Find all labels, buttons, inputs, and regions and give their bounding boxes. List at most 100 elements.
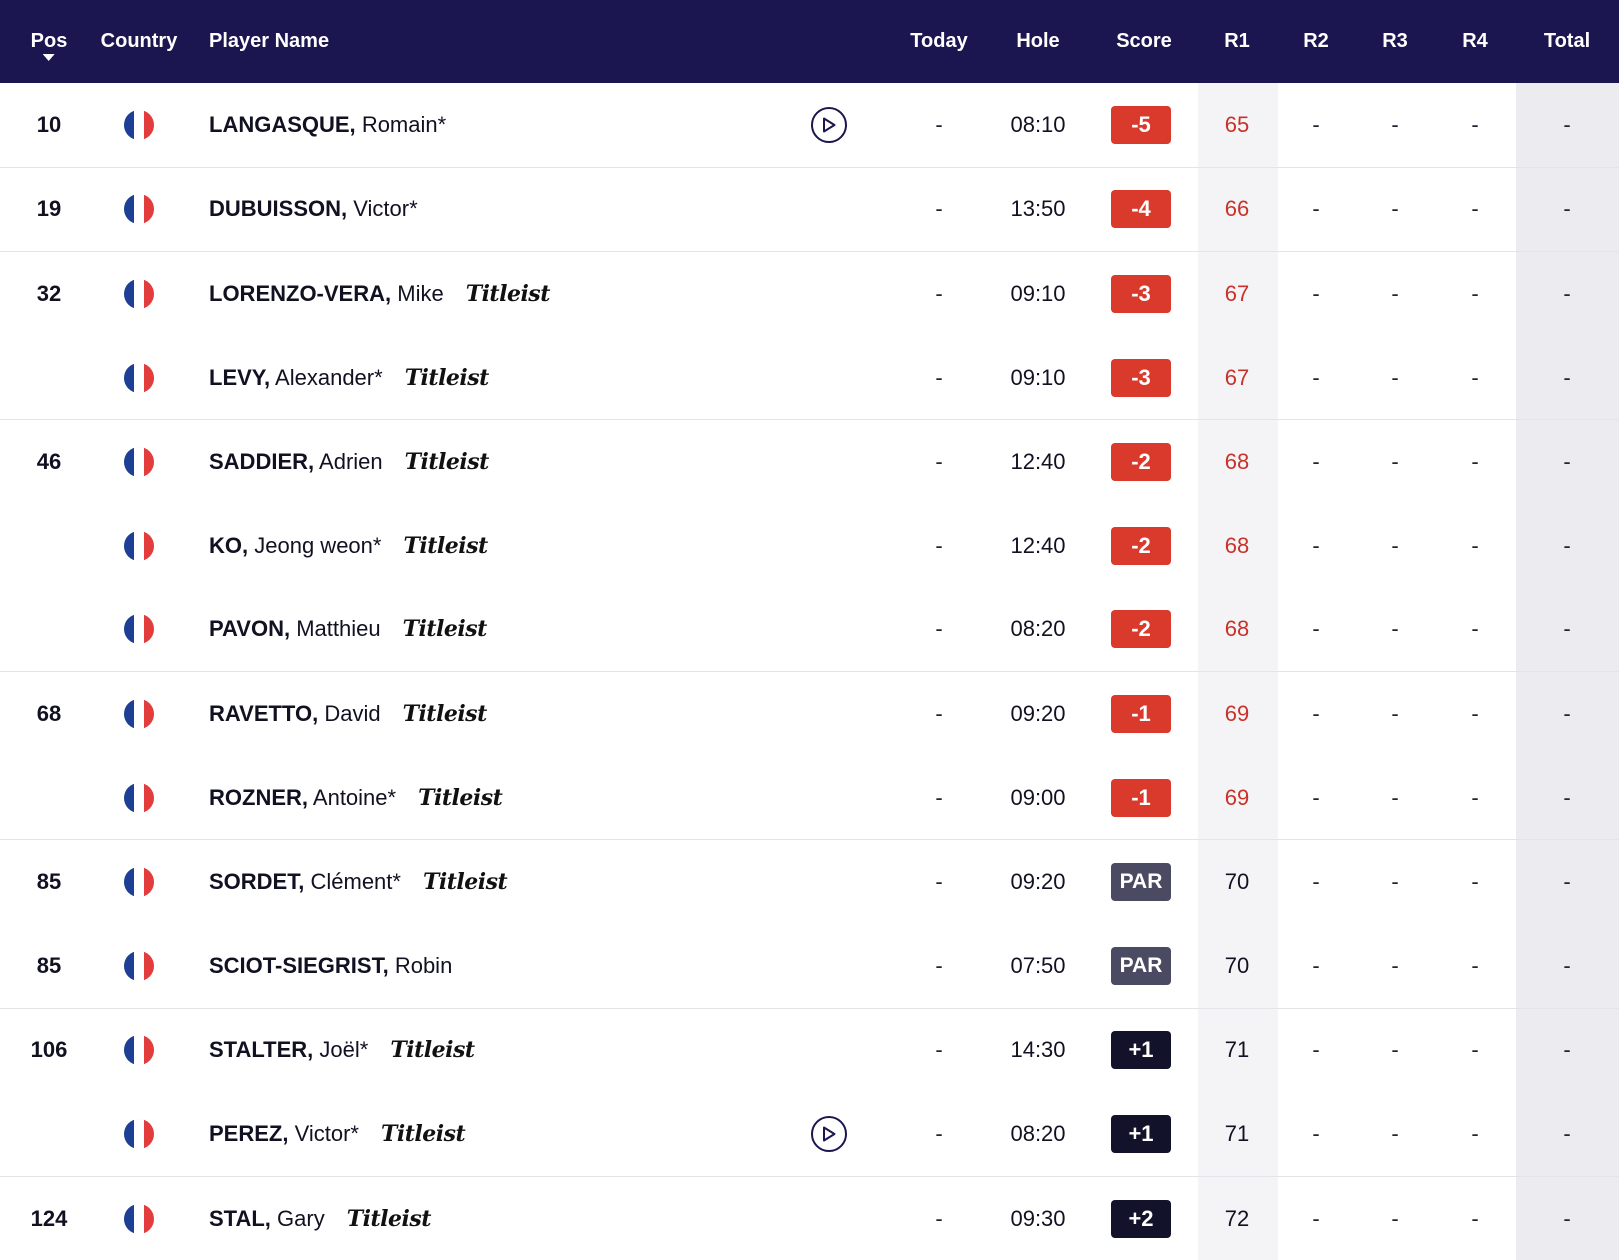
table-row[interactable]: 106 STALTER, Joël* Titleist - 14:30 +1 71 - -… — [0, 1007, 1619, 1093]
player-name[interactable]: SADDIER, Adrien Titleist — [209, 449, 489, 475]
position: 106 — [30, 1037, 68, 1063]
player-last-name: ROZNER, — [209, 784, 308, 810]
country-cell — [124, 278, 154, 309]
table-row[interactable]: LEVY, Alexander* Titleist - 09:10 -3 67 - - - - — [0, 336, 1619, 420]
round1-score: 70 — [1224, 869, 1250, 895]
header-country[interactable]: Country — [101, 0, 178, 83]
round2-score: - — [1312, 700, 1320, 726]
player-name[interactable]: DUBUISSON, Victor* — [209, 196, 418, 222]
header-r3[interactable]: R3 — [1382, 0, 1408, 83]
header-pos[interactable]: Pos — [30, 0, 68, 83]
header-pos-label: Pos — [30, 30, 68, 52]
round3-score: - — [1391, 449, 1399, 475]
player-name[interactable]: LORENZO-VERA, Mike Titleist — [209, 281, 550, 307]
total-score: - — [1563, 952, 1571, 978]
round1-score: 67 — [1224, 280, 1250, 306]
leaderboard: Pos Country Player Name Today Hole Score… — [0, 0, 1619, 1260]
table-row[interactable]: 46 SADDIER, Adrien Titleist - 12:40 -2 68 - -… — [0, 419, 1619, 504]
player-first-name: Robin — [394, 952, 453, 978]
header-r4[interactable]: R4 — [1462, 0, 1488, 83]
player-first-name: David — [324, 700, 381, 726]
player-name[interactable]: SORDET, Clément* Titleist — [209, 869, 508, 895]
header-today[interactable]: Today — [910, 0, 967, 83]
score-cell: -2 — [1111, 610, 1171, 649]
score-badge: -2 — [1111, 443, 1171, 482]
score-cell: -2 — [1111, 443, 1171, 482]
player-last-name: STALTER, — [209, 1037, 314, 1063]
round1-score: 66 — [1224, 196, 1250, 222]
total-score: - — [1563, 1120, 1571, 1146]
score-cell: -1 — [1111, 778, 1171, 817]
header-r1[interactable]: R1 — [1224, 0, 1250, 83]
player-name[interactable]: PEREZ, Victor* Titleist — [209, 1120, 466, 1147]
player-name[interactable]: KO, Jeong weon* Titleist — [209, 533, 488, 559]
round4-score: - — [1471, 449, 1479, 475]
header-r2[interactable]: R2 — [1303, 0, 1329, 83]
round1-score: 68 — [1224, 616, 1250, 642]
france-flag-icon — [124, 447, 154, 478]
play-video-button[interactable] — [811, 106, 847, 143]
score-badge: -2 — [1111, 526, 1171, 565]
player-name[interactable]: PAVON, Matthieu Titleist — [209, 616, 487, 642]
round4-score: - — [1471, 616, 1479, 642]
round3-score: - — [1391, 1120, 1399, 1146]
table-row[interactable]: 10 LANGASQUE, Romain* - 08:10 -5 65 - - … — [0, 83, 1619, 167]
player-name[interactable]: STALTER, Joël* Titleist — [209, 1037, 475, 1063]
total-score: - — [1563, 784, 1571, 810]
header-player-name[interactable]: Player Name — [209, 0, 329, 83]
header-score[interactable]: Score — [1116, 0, 1172, 83]
player-name[interactable]: LANGASQUE, Romain* — [209, 112, 446, 138]
play-video-button[interactable] — [811, 1115, 847, 1152]
player-name[interactable]: RAVETTO, David Titleist — [209, 701, 487, 727]
table-row[interactable]: 124 STAL, Gary Titleist - 09:30 +2 72 - - - - — [0, 1175, 1619, 1260]
table-row[interactable]: 68 RAVETTO, David Titleist - 09:20 -1 69 - - -… — [0, 671, 1619, 756]
table-row[interactable]: KO, Jeong weon* Titleist - 12:40 -2 68 - - - - — [0, 504, 1619, 588]
country-cell — [124, 362, 154, 393]
table-row[interactable]: 32 LORENZO-VERA, Mike Titleist - 09:10 -3 6… — [0, 251, 1619, 336]
table-row[interactable]: ROZNER, Antoine* Titleist - 09:00 -1 69 - - - - — [0, 756, 1619, 840]
score-cell: +2 — [1111, 1199, 1171, 1238]
round4-score: - — [1471, 784, 1479, 810]
today-score: - — [935, 364, 943, 390]
total-score: - — [1563, 449, 1571, 475]
round2-score: - — [1312, 196, 1320, 222]
round4-score: - — [1471, 1205, 1479, 1231]
player-name[interactable]: SCIOT-SIEGRIST, Robin — [209, 953, 452, 979]
round3-score: - — [1391, 111, 1399, 137]
header-total[interactable]: Total — [1544, 0, 1590, 83]
total-score: - — [1563, 1205, 1571, 1231]
today-score: - — [935, 1037, 943, 1063]
player-first-name: Victor* — [294, 1120, 359, 1146]
player-name[interactable]: ROZNER, Antoine* Titleist — [209, 784, 503, 811]
round2-score: - — [1312, 532, 1320, 558]
france-flag-icon — [124, 782, 154, 813]
round4-score: - — [1471, 111, 1479, 137]
country-cell — [124, 950, 154, 981]
score-cell: +1 — [1111, 1114, 1171, 1153]
player-name[interactable]: LEVY, Alexander* Titleist — [209, 365, 489, 391]
country-cell — [124, 109, 154, 140]
score-cell: -2 — [1111, 526, 1171, 565]
player-last-name: DUBUISSON, — [209, 196, 348, 222]
table-row[interactable]: PEREZ, Victor* Titleist - 08:20 +1 71 - - - - — [0, 1092, 1619, 1176]
sponsor-logo: Titleist — [381, 1120, 466, 1147]
round4-score: - — [1471, 196, 1479, 222]
table-row[interactable]: 85 SCIOT-SIEGRIST, Robin - 07:50 PAR 70 - - -… — [0, 924, 1619, 1008]
hole-time: 09:10 — [1010, 364, 1066, 390]
round4-score: - — [1471, 280, 1479, 306]
hole-time: 08:10 — [1010, 111, 1066, 137]
player-first-name: Matthieu — [296, 616, 381, 642]
round2-score: - — [1312, 952, 1320, 978]
score-badge: -3 — [1111, 358, 1171, 397]
score-cell: -4 — [1111, 190, 1171, 229]
france-flag-icon — [124, 194, 154, 225]
table-row[interactable]: 85 SORDET, Clément* Titleist - 09:20 PAR 70… — [0, 839, 1619, 924]
score-badge: +1 — [1111, 1031, 1171, 1070]
header-hole[interactable]: Hole — [1016, 0, 1059, 83]
country-cell — [124, 1203, 154, 1234]
round2-score: - — [1312, 1120, 1320, 1146]
round3-score: - — [1391, 616, 1399, 642]
player-name[interactable]: STAL, Gary Titleist — [209, 1206, 431, 1232]
table-row[interactable]: PAVON, Matthieu Titleist - 08:20 -2 68 - - - - — [0, 588, 1619, 672]
table-row[interactable]: 19 DUBUISSON, Victor* - 13:50 -4 66 - - - - — [0, 166, 1619, 252]
